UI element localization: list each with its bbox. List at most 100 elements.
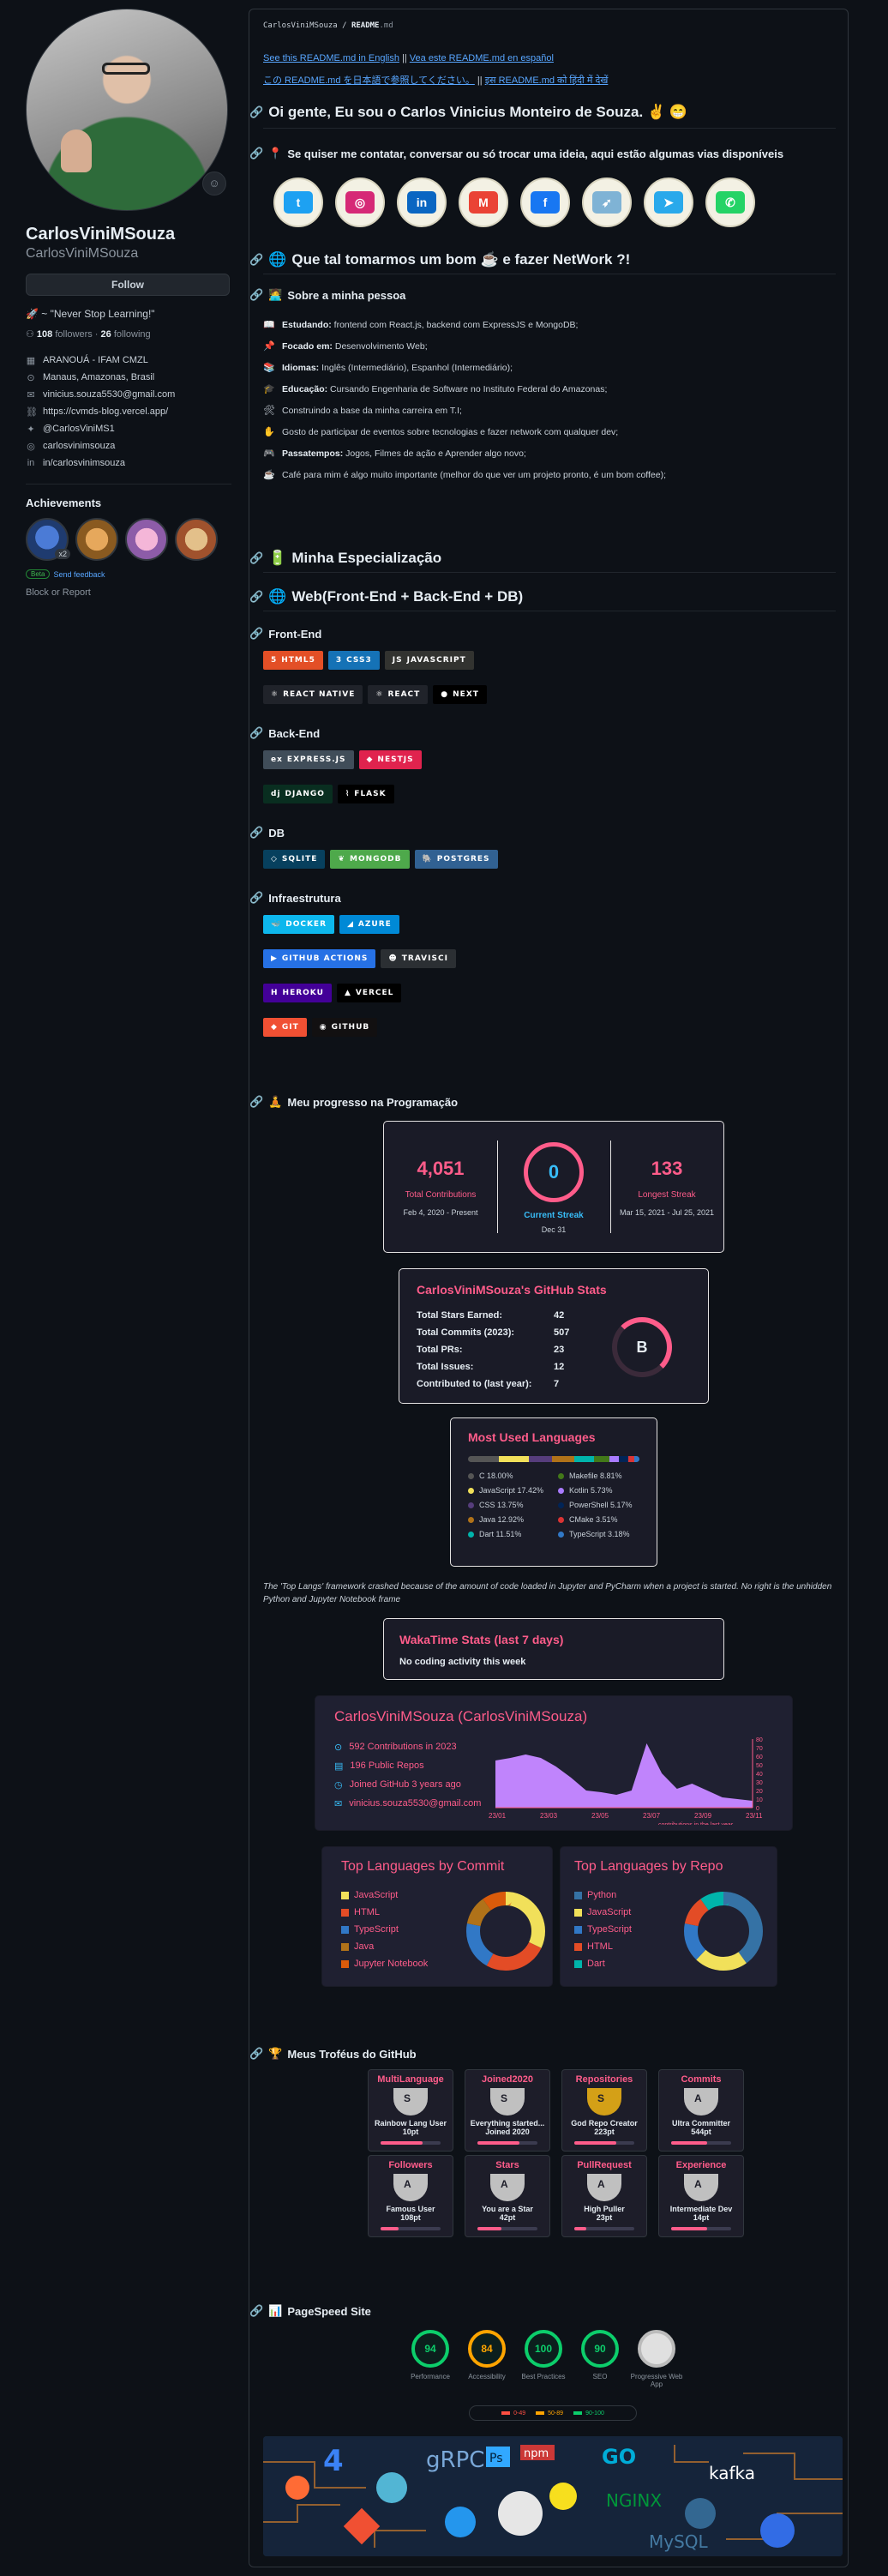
trophy-repositories[interactable]: Repositories S God Repo Creator 223pt [561,2069,647,2152]
profile-detail-text: Manaus, Amazonas, Brasil [43,372,155,382]
followers-link[interactable]: 108 followers [37,329,93,340]
english-link[interactable]: See this README.md in English [263,53,399,63]
rocket-icon[interactable]: ➶ [582,178,632,227]
send-feedback-link[interactable]: Send feedback [53,570,105,579]
japanese-link[interactable]: この README.md を日本語で参照してください。 [263,75,475,86]
summary-row: ▤ 196 Public Repos [334,1756,481,1775]
twitter-icon[interactable]: t [273,178,323,227]
anchor-link-icon[interactable]: 🔗 [249,590,263,604]
trophy-followers[interactable]: Followers A Famous User 108pt [368,2155,453,2237]
spanish-link[interactable]: Vea este README.md en español [410,53,554,63]
javascript-badge[interactable]: JS JAVASCRIPT [384,651,474,670]
telegram-icon[interactable]: ➤ [644,178,693,227]
language-dot [468,1502,474,1508]
set-status-icon[interactable]: ☺ [202,172,226,196]
html5-badge[interactable]: 5 HTML5 [263,651,323,670]
about-text: Educação: Cursando Engenharia de Softwar… [282,383,608,394]
travisci-badge[interactable]: ☻ TRAVISCI [381,949,456,968]
repo-icon: ▤ [334,1760,344,1772]
profile-detail-item[interactable]: ✉ vinicius.souza5530@gmail.com [26,386,231,403]
block-or-report-link[interactable]: Block or Report [26,587,231,598]
language-label: Makefile 8.81% [569,1472,622,1480]
anchor-link-icon[interactable]: 🔗 [249,2047,263,2061]
express-js-badge[interactable]: ex EXPRESS.JS [263,750,354,769]
profile-detail-item[interactable]: ◎ carlosvinimsouza [26,437,231,454]
postgres-badge[interactable]: 🐘 POSTGRES [414,850,498,869]
achievement-pull-shark-icon[interactable]: x2 [26,518,70,561]
trophy-joined2020[interactable]: Joined2020 S Everything started... Joined 2… [465,2069,550,2152]
instagram-icon[interactable]: ◎ [335,178,385,227]
donut-legend-item: Jupyter Notebook [341,1955,428,1972]
tech-logos-collage: 4 gRPC Ps npm GO kafka NGINX MySQL [263,2436,843,2556]
nestjs-badge[interactable]: ◆ NESTJS [358,750,422,769]
social-glyph: ➶ [592,191,621,214]
github-icon: ◉ [319,1023,327,1032]
stats-row: Total Commits (2023): 507 [417,1324,569,1341]
github-badge[interactable]: ◉ GITHUB [311,1018,378,1037]
profile-detail-item[interactable]: ▦ ARANOUÁ - IFAM CMZL [26,352,231,369]
anchor-link-icon[interactable]: 🔗 [249,891,263,905]
frontend-badges-row: 5 HTML5 3 CSS3 JS JAVASCRIPT [263,651,474,670]
following-link[interactable]: 26 following [101,329,151,340]
heading-contact: 🔗 📍 Se quiser me contatar, conversar ou só… [249,147,784,160]
path-user-link[interactable]: CarlosViniMSouza [263,21,338,30]
hindi-link[interactable]: इस README.md को हिंदी में देखें [485,75,609,86]
building-icon: ▦ [26,355,36,366]
trophy-experience[interactable]: Experience A Intermediate Dev 14pt [658,2155,744,2237]
achievement-yolo-icon[interactable] [75,518,118,561]
legend-swatch [341,1908,349,1917]
profile-detail-item[interactable]: ⊙ Manaus, Amazonas, Brasil [26,369,231,386]
about-emoji: ☕ [263,470,275,480]
git-badge[interactable]: ◆ GIT [263,1018,307,1037]
anchor-link-icon[interactable]: 🔗 [249,105,263,119]
svg-text:4: 4 [323,2444,344,2478]
react-native-badge[interactable]: ⚛ REACT NATIVE [263,685,363,704]
gauge-ring: 100 [525,2330,562,2368]
anchor-link-icon[interactable]: 🔗 [249,826,263,840]
trophy-pullrequest[interactable]: PullRequest A High Puller 23pt [561,2155,647,2237]
css3-badge[interactable]: 3 CSS3 [327,651,380,670]
django-badge[interactable]: dj DJANGO [263,785,333,803]
anchor-link-icon[interactable]: 🔗 [249,551,263,565]
profile-detail-text: @CarlosViniMS1 [43,424,115,434]
anchor-link-icon[interactable]: 🔗 [249,627,263,641]
globe-icon: 🌐 [268,588,287,605]
anchor-link-icon[interactable]: 🔗 [249,726,263,740]
trophy-multilanguage[interactable]: MultiLanguage S Rainbow Lang User 10pt [368,2069,453,2152]
achievement-quickdraw-icon[interactable] [125,518,168,561]
legend-label: Python [587,1890,617,1900]
flask-badge[interactable]: ⌇ FLASK [337,785,394,803]
mongodb-badge[interactable]: ❦ MONGODB [330,850,410,869]
profile-detail-item[interactable]: in in/carlosvinimsouza [26,454,231,472]
follow-button[interactable]: Follow [26,274,230,296]
gmail-icon[interactable]: M [459,178,508,227]
linkedin-icon[interactable]: in [397,178,447,227]
react-badge[interactable]: ⚛ REACT [368,685,429,704]
next-badge[interactable]: ● NEXT [433,685,487,704]
anchor-link-icon[interactable]: 🔗 [249,2304,263,2318]
anchor-link-icon[interactable]: 🔗 [249,253,263,267]
trophy-commits[interactable]: Commits A Ultra Committer 544pt [658,2069,744,2152]
heroku-badge[interactable]: H HEROKU [263,984,332,1002]
azure-badge[interactable]: ◢ AZURE [339,915,399,934]
trophy-stars[interactable]: Stars A You are a Star 42pt [465,2155,550,2237]
trophy-progress-fill [381,2141,423,2145]
profile-detail-item[interactable]: ⛓ https://cvmds-blog.vercel.app/ [26,403,231,420]
language-dot [558,1531,564,1538]
avatar[interactable] [26,9,228,211]
sqlite-badge[interactable]: ◇ SQLITE [263,850,326,869]
trophy-title: Repositories [575,2074,633,2085]
achievement-starstruck-icon[interactable] [175,518,218,561]
anchor-link-icon[interactable]: 🔗 [249,1095,263,1109]
trophy-subtitle: High Puller [584,2205,625,2213]
legend-swatch [341,1925,349,1934]
facebook-icon[interactable]: f [520,178,570,227]
vercel-badge[interactable]: ▲ VERCEL [336,984,402,1002]
docker-badge[interactable]: 🐳 DOCKER [263,915,334,934]
profile-detail-text: in/carlosvinimsouza [43,458,125,468]
anchor-link-icon[interactable]: 🔗 [249,288,263,302]
profile-detail-item[interactable]: ✦ @CarlosViniMS1 [26,420,231,437]
github-actions-badge[interactable]: ▶ GITHUB ACTIONS [263,949,376,968]
anchor-link-icon[interactable]: 🔗 [249,147,263,160]
whatsapp-icon[interactable]: ✆ [705,178,755,227]
